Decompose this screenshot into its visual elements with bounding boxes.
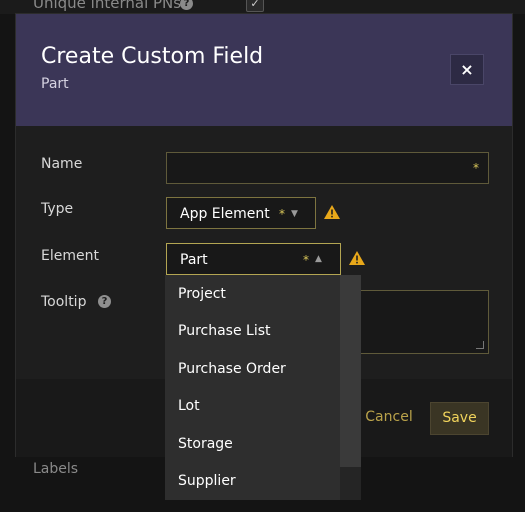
type-selected-value: App Element — [180, 206, 270, 222]
background-labels-text: Labels — [33, 461, 79, 477]
chevron-up-icon: ▲ — [315, 254, 322, 264]
help-icon: ? — [98, 295, 111, 308]
tooltip-label: Tooltip — [41, 294, 87, 310]
name-label: Name — [41, 156, 83, 172]
dropdown-option-project[interactable]: Project — [165, 276, 339, 313]
dropdown-option-purchase-list[interactable]: Purchase List — [165, 313, 339, 350]
close-button[interactable]: × — [450, 54, 484, 85]
element-select[interactable]: Part * ▲ — [166, 243, 341, 275]
element-selected-value: Part — [180, 252, 208, 268]
modal-title: Create Custom Field — [41, 44, 264, 69]
required-marker: * — [303, 253, 309, 267]
dropdown-scrollbar[interactable] — [340, 275, 361, 500]
required-marker: * — [473, 161, 479, 175]
resize-handle[interactable] — [476, 341, 484, 349]
dropdown-option-purchase-order[interactable]: Purchase Order — [165, 351, 339, 388]
chevron-down-icon: ▼ — [291, 209, 298, 219]
background-field-label: Unique internal PNs — [33, 0, 182, 12]
type-select[interactable]: App Element * ▼ — [166, 197, 316, 229]
element-dropdown-menu: Project Purchase List Purchase Order Lot… — [165, 275, 361, 500]
element-label: Element — [41, 248, 99, 264]
save-button[interactable]: Save — [430, 402, 489, 435]
dropdown-option-lot[interactable]: Lot — [165, 388, 339, 425]
dropdown-option-storage[interactable]: Storage — [165, 426, 339, 463]
modal-header: Create Custom Field Part × — [16, 14, 512, 126]
type-label: Type — [41, 201, 74, 217]
warning-icon — [349, 251, 365, 265]
cancel-button[interactable]: Cancel — [354, 401, 424, 434]
scrollbar-thumb[interactable] — [340, 275, 361, 467]
help-icon: ? — [180, 0, 193, 10]
checkbox-checked[interactable]: ✓ — [246, 0, 264, 12]
background-page-strip: Unique internal PNs ? ✓ — [0, 0, 525, 14]
close-icon: × — [460, 60, 474, 79]
dropdown-option-supplier[interactable]: Supplier — [165, 463, 339, 500]
required-marker: * — [279, 207, 285, 221]
modal-subtitle: Part — [41, 76, 69, 92]
warning-icon — [324, 205, 340, 219]
name-input[interactable]: * — [166, 152, 489, 184]
